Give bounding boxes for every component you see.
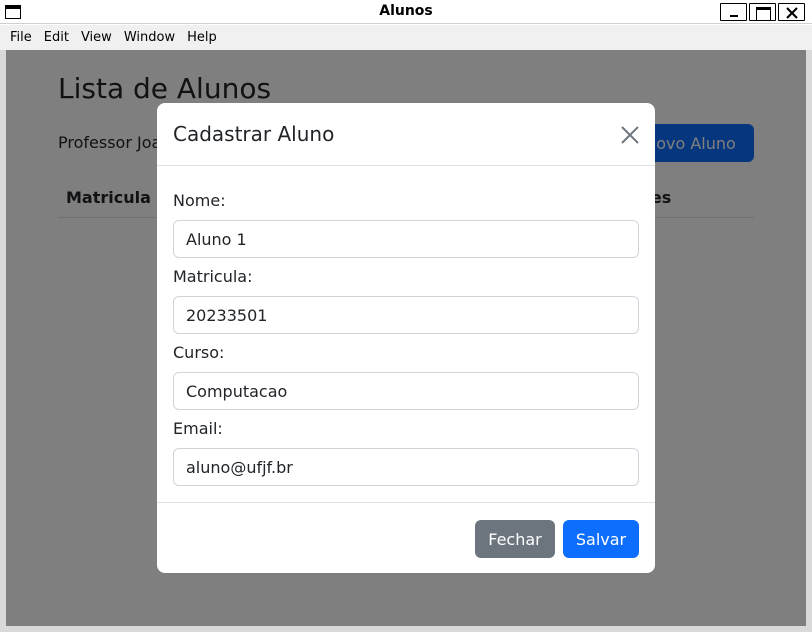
curso-input[interactable] — [173, 372, 639, 410]
menu-help[interactable]: Help — [181, 25, 223, 50]
nome-label: Nome: — [173, 191, 226, 210]
nome-input[interactable] — [173, 220, 639, 258]
modal-close-icon[interactable] — [619, 124, 641, 146]
window-frame-left — [0, 50, 6, 632]
menu-file[interactable]: File — [4, 25, 38, 50]
menu-edit[interactable]: Edit — [38, 25, 75, 50]
modal-title: Cadastrar Aluno — [173, 122, 335, 146]
matricula-label: Matricula: — [173, 267, 253, 286]
register-student-modal: Cadastrar Aluno Nome: Matricula: Curso: … — [157, 103, 655, 573]
matricula-input[interactable] — [173, 296, 639, 334]
modal-footer: Fechar Salvar — [157, 502, 655, 573]
menu-view[interactable]: View — [75, 25, 118, 50]
email-label: Email: — [173, 419, 223, 438]
window-title: Alunos — [379, 3, 433, 19]
title-bar: Alunos — [0, 0, 812, 24]
maximize-button[interactable] — [749, 3, 776, 21]
menu-window[interactable]: Window — [118, 25, 181, 50]
email-input[interactable] — [173, 448, 639, 486]
menu-bar: File Edit View Window Help — [0, 25, 812, 50]
window-frame-bottom — [0, 626, 812, 632]
close-modal-button[interactable]: Fechar — [475, 520, 555, 558]
minimize-button[interactable] — [720, 3, 747, 21]
modal-header: Cadastrar Aluno — [157, 103, 655, 166]
close-icon — [786, 7, 798, 19]
curso-label: Curso: — [173, 343, 225, 362]
close-window-button[interactable] — [778, 3, 805, 21]
window-frame-right — [806, 50, 812, 632]
save-button[interactable]: Salvar — [563, 520, 639, 558]
